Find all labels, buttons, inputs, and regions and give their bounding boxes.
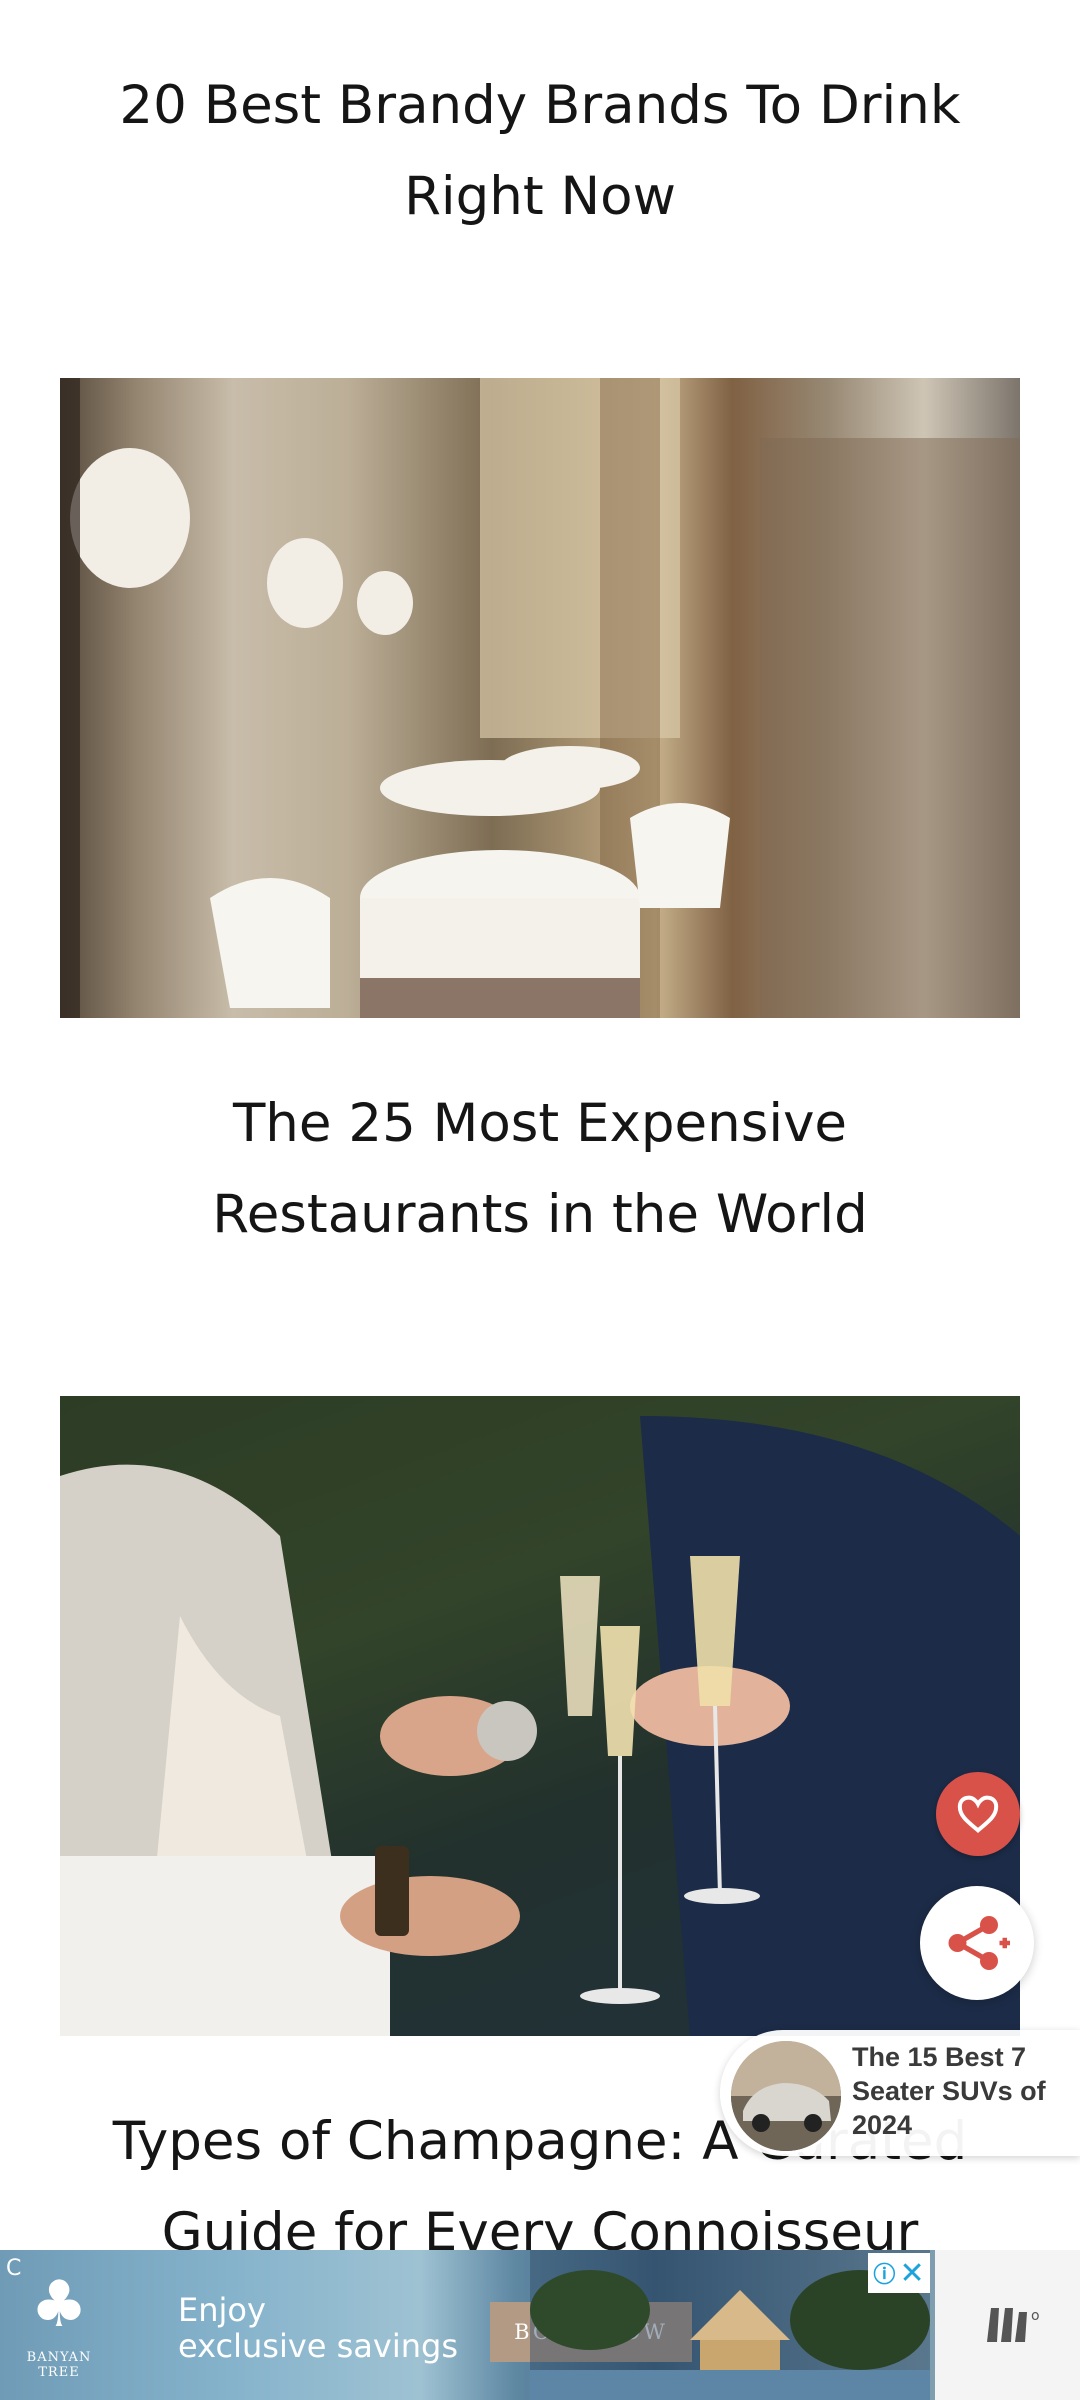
tree-icon: ♣ [30,2268,88,2342]
heart-icon [957,1795,999,1833]
ad-headline-line: Enjoy [178,2291,266,2329]
title-line: The 25 Most Expensive [232,1093,848,1154]
related-article-card[interactable]: The 15 Best 7 Seater SUVs of 2024 [720,2030,1080,2156]
info-icon: ⓘ [873,2263,896,2288]
ad-brand-logo: ♣ BANYAN TREE [14,2260,104,2380]
ad-side-panel: o [935,2250,1080,2400]
ad-banner[interactable]: ♣ BANYAN TREE Enjoy exclusive savings BO… [0,2250,935,2400]
ad-headline-line: exclusive savings [178,2327,458,2365]
title-line: 20 Best Brandy Brands To Drink [119,75,961,136]
champagne-illustration [60,1396,1020,2036]
related-article-title: The 15 Best 7 Seater SUVs of 2024 [852,2042,1046,2140]
share-icon [948,1916,1010,1970]
champagne-image[interactable] [60,1396,1020,2036]
ad-close-button[interactable]: ⓘ ✕ [868,2253,930,2293]
close-icon: ✕ [899,2255,925,2291]
share-button[interactable] [920,1886,1034,2000]
ad-brand-name: BANYAN TREE [26,2350,92,2380]
favorite-button[interactable] [936,1772,1020,1856]
restaurant-image[interactable] [60,378,1020,1018]
ad-headline: Enjoy exclusive savings [178,2292,458,2364]
ad-choices-mark: C [6,2256,22,2281]
title-line: Restaurants in the World [212,1184,868,1245]
title-line: Right Now [404,166,676,227]
restaurant-illustration [60,378,1020,1018]
suv-image [731,2041,841,2151]
publisher-logo-icon: o [987,2308,1040,2342]
svg-text:o: o [1031,2308,1040,2324]
related-article-thumbnail [728,2038,844,2154]
article-title-restaurants[interactable]: The 25 Most Expensive Restaurants in the… [60,1078,1020,1260]
article-title-brandy[interactable]: 20 Best Brandy Brands To Drink Right Now [60,60,1020,242]
